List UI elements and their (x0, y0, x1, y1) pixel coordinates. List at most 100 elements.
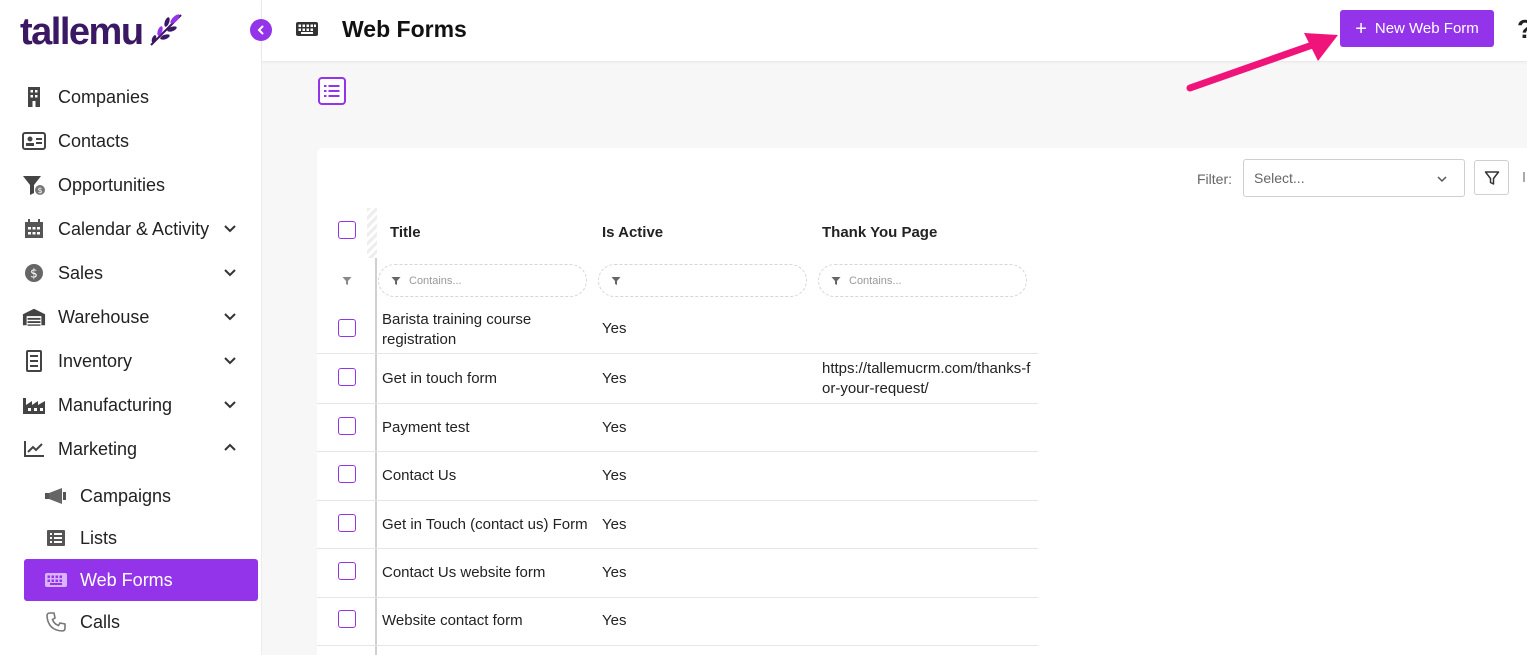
annotation-arrow (1186, 33, 1338, 92)
chevron-down-icon (224, 269, 236, 277)
sidebar-item-lists[interactable]: Lists (24, 517, 258, 559)
sidebar-item-calendar-activity[interactable]: Calendar & Activity (0, 207, 262, 251)
toolbar-overflow-edge (1523, 172, 1527, 182)
list-icon (44, 526, 68, 550)
sidebar-item-label: Web Forms (80, 569, 173, 590)
row-checkbox[interactable] (338, 319, 356, 337)
new-web-form-label: New Web Form (1374, 20, 1479, 37)
cell-title: Contact Us (382, 467, 457, 484)
help-icon[interactable]: ? (1517, 14, 1527, 45)
cell-title: Payment test (382, 419, 470, 436)
inventory-list-icon (22, 349, 46, 373)
sidebar-item-label: Contacts (58, 130, 130, 151)
filter-select-placeholder: Select... (1254, 170, 1305, 186)
plus-icon: + (1355, 17, 1367, 40)
cell-is-active: Yes (602, 467, 627, 484)
row-checkbox[interactable] (338, 610, 356, 628)
table-row[interactable]: Barista training course registration Yes (317, 304, 1038, 354)
list-view-toggle[interactable] (318, 77, 346, 105)
sidebar-item-calls[interactable]: Calls (24, 601, 258, 643)
funnel-dollar-icon: $ (22, 173, 46, 197)
cell-title: Get in Touch (contact us) Form (382, 516, 588, 533)
sidebar-item-label: Calendar & Activity (58, 218, 210, 239)
row-checkbox[interactable] (338, 368, 356, 386)
keyboard-icon (44, 568, 68, 592)
cell-is-active: Yes (602, 612, 627, 629)
chevron-down-icon (224, 401, 236, 409)
svg-text:$: $ (37, 186, 42, 195)
row-checkbox[interactable] (338, 417, 356, 435)
filter-button[interactable] (1474, 160, 1509, 195)
filter-icon (391, 276, 401, 285)
filter-icon (611, 276, 621, 285)
chevron-up-icon (224, 443, 236, 451)
cell-is-active: Yes (602, 419, 627, 436)
table-row[interactable]: Get in Touch (contact us) Form Yes (317, 501, 1038, 549)
is-active-filter-input[interactable] (598, 264, 807, 297)
column-header-thank-you-page[interactable]: Thank You Page (822, 224, 937, 241)
sidebar-item-label: Sales (58, 262, 104, 283)
table-row[interactable]: Contact Us Yes (317, 452, 1038, 501)
dollar-coin-icon: $ (22, 261, 46, 285)
cell-thank-you-page: https://tallemucrm.com/thanks-for-your-r… (822, 360, 1031, 397)
cell-is-active: Yes (602, 516, 627, 533)
cell-title: Barista training course registration (382, 311, 532, 348)
thank-you-page-filter-input[interactable]: Contains... (818, 264, 1027, 297)
row-checkbox[interactable] (338, 562, 356, 580)
collapse-sidebar-button[interactable] (250, 19, 272, 41)
sidebar-item-web-forms[interactable]: Web Forms (24, 559, 258, 601)
column-header-is-active[interactable]: Is Active (602, 224, 663, 241)
table-row[interactable]: Website contact form Yes (317, 598, 1038, 646)
cell-is-active: Yes (602, 564, 627, 581)
new-web-form-button[interactable]: + New Web Form (1340, 10, 1494, 47)
chevron-down-icon (224, 313, 236, 321)
sidebar-item-label: Manufacturing (58, 394, 173, 415)
logo[interactable]: tallemu (20, 10, 185, 54)
row-checkbox[interactable] (338, 514, 356, 532)
table-row[interactable]: Payment test Yes (317, 404, 1038, 452)
sidebar-item-warehouse[interactable]: Warehouse (0, 295, 262, 339)
chevron-down-icon (1437, 176, 1447, 183)
calendar-icon (22, 217, 46, 241)
sidebar-item-contacts[interactable]: Contacts (0, 119, 262, 163)
megaphone-icon (44, 484, 68, 508)
table-row[interactable]: Get in touch form Yes https://tallemucrm… (317, 354, 1038, 404)
column-resize-handle[interactable] (367, 208, 377, 258)
page-title: Web Forms (342, 16, 467, 42)
cell-is-active: Yes (602, 370, 627, 387)
table-row[interactable]: Contact Us website form Yes (317, 549, 1038, 598)
select-all-checkbox[interactable] (338, 221, 356, 239)
sidebar-item-label: Inventory (58, 350, 133, 371)
sidebar-item-inventory[interactable]: Inventory (0, 339, 262, 383)
sidebar-item-sales[interactable]: $ Sales (0, 251, 262, 295)
sidebar-item-opportunities[interactable]: $ Opportunities (0, 163, 262, 207)
filter-icon (1484, 170, 1499, 185)
row-checkbox[interactable] (338, 465, 356, 483)
filter-row-icon (342, 277, 352, 285)
filter-placeholder: Contains... (849, 274, 902, 287)
sidebar-item-marketing[interactable]: Marketing (0, 427, 262, 471)
sidebar-item-label: Lists (80, 527, 118, 548)
chevron-down-icon (224, 357, 236, 365)
column-header-title[interactable]: Title (390, 224, 421, 241)
sidebar-item-campaigns[interactable]: Campaigns (24, 475, 258, 517)
factory-icon (22, 393, 46, 417)
filter-select[interactable]: Select... (1243, 159, 1465, 197)
chevron-left-icon (257, 25, 264, 35)
chevron-down-icon (224, 225, 236, 233)
sidebar-item-label: Opportunities (58, 174, 166, 195)
cell-title: Get in touch form (382, 370, 498, 387)
title-filter-input[interactable]: Contains... (378, 264, 587, 297)
sidebar-item-companies[interactable]: Companies (0, 75, 262, 119)
sidebar: tallemu Companies Contacts $ Opportuniti… (0, 0, 272, 655)
olive-branch-icon (149, 14, 182, 46)
keyboard-icon (295, 20, 319, 43)
sidebar-item-manufacturing[interactable]: Manufacturing (0, 383, 262, 427)
chart-line-icon (22, 437, 46, 461)
sidebar-item-label: Calls (80, 611, 121, 632)
contact-card-icon (22, 129, 46, 153)
list-view-icon (324, 85, 340, 97)
phone-icon (44, 610, 68, 634)
cell-title: Contact Us website form (382, 564, 546, 581)
sidebar-item-label: Marketing (58, 438, 138, 459)
